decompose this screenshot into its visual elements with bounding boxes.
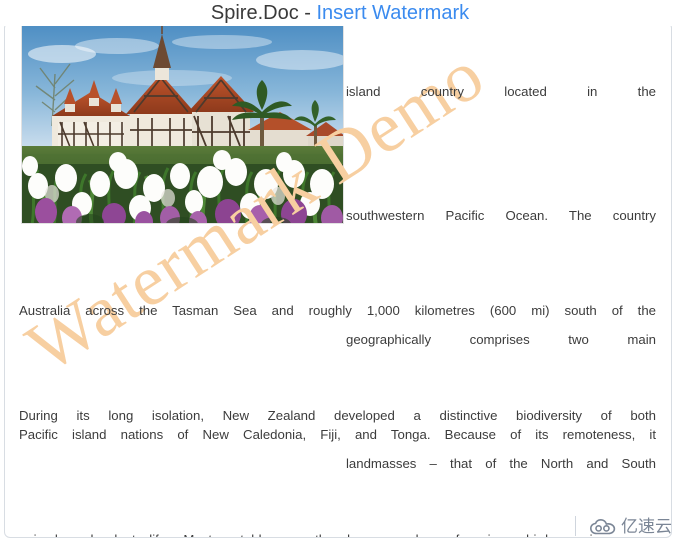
text-line: Pacific island nations of New Caledonia,…	[19, 427, 656, 442]
title-text: Spire.Doc - Insert Watermark	[211, 1, 469, 25]
text-line: southwestern Pacific Ocean. The country	[346, 208, 656, 223]
paragraph-one: Australia across the Tasman Sea and roug…	[19, 233, 656, 537]
text-line: geographically comprises two main	[346, 332, 656, 347]
photo-svg	[22, 26, 343, 223]
title-main: Spire.Doc -	[210, 2, 317, 24]
text-line: During its long isolation, New Zealand d…	[19, 408, 656, 423]
title-accent: Insert Watermark	[316, 2, 470, 24]
photo-rotorua-museum	[22, 26, 343, 223]
site-logo-word: 亿速云	[621, 517, 672, 536]
cloud-icon	[590, 518, 616, 536]
document-page[interactable]: Watermark Demo island country located in…	[4, 22, 672, 538]
paragraph-two: During its long isolation, New Zealand d…	[19, 338, 656, 537]
page-title: Spire.Doc - Insert Watermark	[0, 0, 680, 26]
text-line: Australia across the Tasman Sea and roug…	[19, 303, 656, 318]
text-line: landmasses – that of the North and South	[346, 456, 656, 471]
text-line: animal and plant life. Most notable are …	[19, 524, 656, 537]
document-image[interactable]	[21, 25, 344, 224]
logo-divider	[575, 516, 576, 536]
document-page-inner: Watermark Demo island country located in…	[5, 23, 671, 537]
watermark-demo-screenshot: Spire.Doc - Insert Watermark Watermark D…	[0, 0, 680, 540]
paragraph-wrapped-column: island country located in the southweste…	[346, 23, 656, 537]
site-logo: 亿速云	[590, 518, 672, 536]
text-line: island country located in the	[346, 84, 656, 99]
